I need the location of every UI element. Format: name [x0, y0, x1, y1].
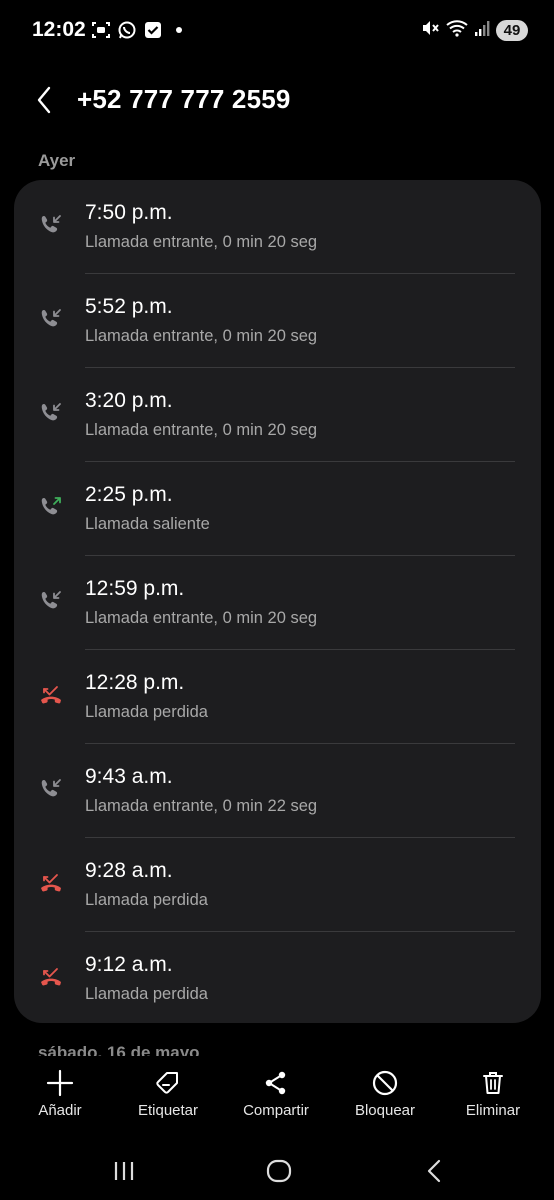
home-button[interactable]	[259, 1156, 299, 1186]
call-row[interactable]: 12:59 p.m. Llamada entrante, 0 min 20 se…	[14, 556, 541, 650]
share-button-label: Compartir	[243, 1102, 309, 1119]
call-description: Llamada entrante, 0 min 22 seg	[85, 797, 318, 815]
call-row[interactable]: 12:28 p.m. Llamada perdida	[14, 650, 541, 744]
delete-button-label: Eliminar	[465, 1102, 521, 1119]
trash-icon	[483, 1072, 503, 1094]
status-right-icons: 49	[420, 18, 528, 43]
wifi-icon	[446, 18, 468, 43]
share-icon	[265, 1071, 286, 1095]
tag-button[interactable]: Etiquetar	[118, 1068, 218, 1128]
call-row[interactable]: 5:52 p.m. Llamada entrante, 0 min 20 seg	[14, 274, 541, 368]
block-button[interactable]: Bloquear	[335, 1068, 435, 1128]
call-description: Llamada entrante, 0 min 20 seg	[85, 421, 318, 439]
battery-indicator: 49	[496, 20, 528, 41]
missed-call-icon	[38, 683, 64, 709]
call-description: Llamada saliente	[85, 515, 210, 533]
screenshot-icon	[90, 19, 112, 41]
dot-icon	[168, 19, 190, 41]
add-button-label: Añadir	[38, 1102, 82, 1119]
incoming-call-icon	[38, 401, 64, 427]
block-button-label: Bloquear	[354, 1102, 416, 1119]
tag-icon	[156, 1072, 178, 1094]
recent-apps-button[interactable]	[104, 1156, 144, 1186]
call-description: Llamada entrante, 0 min 20 seg	[85, 609, 318, 627]
section-header-yesterday: Ayer	[38, 151, 76, 170]
plus-icon	[46, 1069, 74, 1097]
call-row[interactable]: 9:43 a.m. Llamada entrante, 0 min 22 seg	[14, 744, 541, 838]
nav-back-button[interactable]	[414, 1156, 454, 1186]
action-bar: Añadir Etiquetar Compartir Bloquear Elim…	[0, 1056, 554, 1130]
block-icon	[372, 1070, 398, 1096]
missed-call-icon	[38, 965, 64, 991]
section-header-saturday: sábado, 16 de mayo	[38, 1043, 200, 1056]
page-title: +52 777 777 2559	[77, 84, 291, 114]
call-time: 9:28 a.m.	[85, 859, 173, 882]
back-icon	[427, 1159, 441, 1183]
call-time: 3:20 p.m.	[85, 389, 173, 412]
call-time: 12:59 p.m.	[85, 577, 185, 600]
call-row[interactable]: 9:28 a.m. Llamada perdida	[14, 838, 541, 932]
incoming-call-icon	[38, 777, 64, 803]
add-button[interactable]: Añadir	[10, 1068, 110, 1128]
call-time: 5:52 p.m.	[85, 295, 173, 318]
share-button[interactable]: Compartir	[226, 1068, 326, 1128]
status-left-icons	[90, 19, 190, 41]
incoming-call-icon	[38, 307, 64, 333]
call-description: Llamada entrante, 0 min 20 seg	[85, 327, 318, 345]
call-description: Llamada perdida	[85, 703, 208, 721]
delete-button[interactable]: Eliminar	[443, 1068, 543, 1128]
call-description: Llamada perdida	[85, 985, 208, 1003]
call-time: 7:50 p.m.	[85, 201, 173, 224]
call-time: 9:43 a.m.	[85, 765, 173, 788]
incoming-call-icon	[38, 589, 64, 615]
call-log-card: 7:50 p.m. Llamada entrante, 0 min 20 seg…	[14, 180, 541, 1023]
call-row[interactable]: 9:12 a.m. Llamada perdida	[14, 932, 541, 1026]
call-description: Llamada perdida	[85, 891, 208, 909]
back-button[interactable]	[28, 82, 60, 118]
call-row[interactable]: 2:25 p.m. Llamada saliente	[14, 462, 541, 556]
call-time: 12:28 p.m.	[85, 671, 185, 694]
tag-button-label: Etiquetar	[137, 1102, 199, 1119]
status-time: 12:02	[32, 18, 86, 41]
checkbox-icon	[142, 19, 164, 41]
incoming-call-icon	[38, 213, 64, 239]
recent-apps-icon	[114, 1162, 134, 1180]
call-row[interactable]: 3:20 p.m. Llamada entrante, 0 min 20 seg	[14, 368, 541, 462]
system-nav-bar	[0, 1140, 554, 1200]
missed-call-icon	[38, 871, 64, 897]
status-bar: 12:02 49	[0, 0, 554, 62]
app-header: +52 777 777 2559	[0, 78, 554, 124]
signal-icon	[474, 19, 490, 42]
call-time: 9:12 a.m.	[85, 953, 173, 976]
chevron-left-icon	[37, 86, 51, 114]
mute-icon	[420, 18, 440, 43]
whatsapp-icon	[116, 19, 138, 41]
outgoing-call-icon	[38, 495, 64, 521]
home-icon	[266, 1159, 292, 1183]
call-description: Llamada entrante, 0 min 20 seg	[85, 233, 318, 251]
call-row[interactable]: 7:50 p.m. Llamada entrante, 0 min 20 seg	[14, 180, 541, 274]
call-time: 2:25 p.m.	[85, 483, 173, 506]
